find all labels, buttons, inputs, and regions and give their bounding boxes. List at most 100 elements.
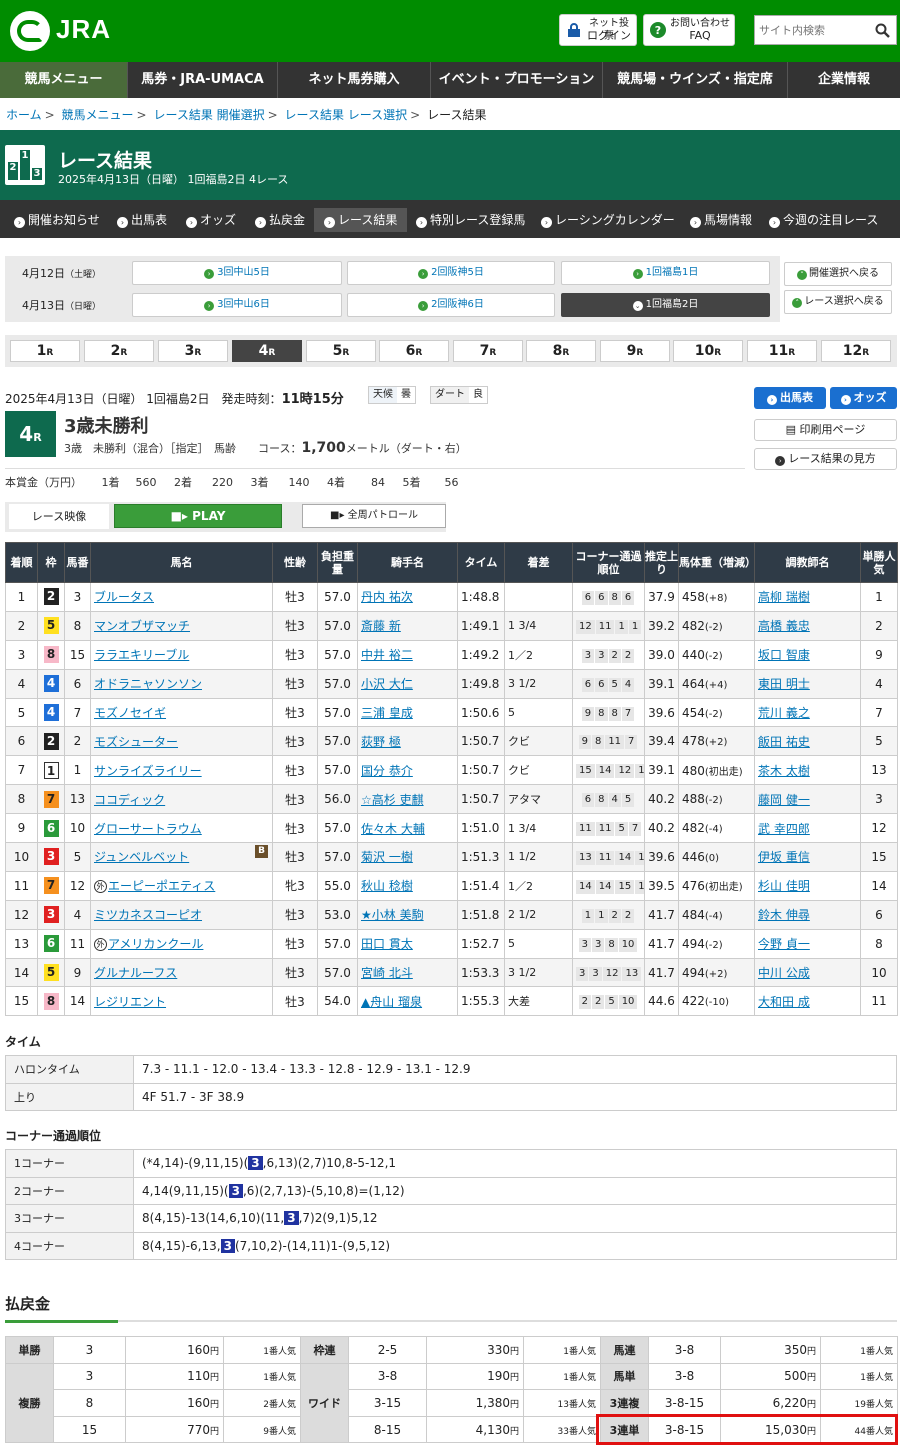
venue-button[interactable]: › 2回阪神6日 [347, 293, 555, 317]
search-icon[interactable] [875, 23, 890, 38]
gnav-event[interactable]: イベント・プロモーション [431, 62, 603, 98]
body-weight: 494(-2) [678, 928, 755, 959]
trainer-link[interactable]: 茶木 太樹 [758, 764, 810, 778]
horse-name-link[interactable]: グルナルーフス [94, 966, 177, 980]
race-button-8[interactable]: 8R [526, 340, 596, 362]
jockey-link[interactable]: ☆高杉 吏麒 [361, 793, 424, 807]
trainer-link[interactable]: 鈴木 伸尋 [758, 908, 810, 922]
jockey-link[interactable]: 丹内 祐次 [361, 590, 413, 604]
race-button-7[interactable]: 7R [453, 340, 523, 362]
venue-button[interactable]: › 3回中山5日 [132, 261, 342, 285]
horse-name-link[interactable]: グローサートラウム [94, 822, 202, 836]
back-to-meeting-button[interactable]: ˄ 開催選択へ戻る [784, 262, 892, 286]
race-button-4[interactable]: 4R [232, 340, 302, 362]
play-button[interactable]: ■▸ PLAY [114, 504, 282, 528]
trainer-link[interactable]: 伊坂 重信 [758, 850, 810, 864]
race-button-12[interactable]: 12R [821, 340, 891, 362]
race-button-11[interactable]: 11R [747, 340, 817, 362]
venue-button[interactable]: › 2回阪神5日 [347, 261, 555, 285]
race-button-5[interactable]: 5R [306, 340, 376, 362]
patrol-button[interactable]: ■▸ 全周パトロール [302, 504, 446, 528]
venue-button[interactable]: › 1回福島1日 [561, 261, 770, 285]
subnav-entries[interactable]: › 出馬表 [117, 208, 167, 232]
trainer-link[interactable]: 大和田 成 [758, 995, 810, 1009]
odds-button[interactable]: › オッズ [830, 387, 897, 409]
horse-name-link[interactable]: モズノセイギ [94, 706, 166, 720]
subnav-calendar[interactable]: › レーシングカレンダー [541, 208, 675, 232]
jockey-link[interactable]: 佐々木 大輔 [361, 822, 425, 836]
horse-name-link[interactable]: エーピーポエティス [108, 879, 215, 893]
horse-name-link[interactable]: オドラニャソンソン [94, 677, 202, 691]
subnav-notice[interactable]: › 開催お知らせ [14, 208, 100, 232]
gnav-keiba-menu[interactable]: 競馬メニュー [0, 62, 128, 98]
race-button-9[interactable]: 9R [600, 340, 670, 362]
trainer-link[interactable]: 飯田 祐史 [758, 735, 810, 749]
gnav-racecourse[interactable]: 競馬場・ウインズ・指定席 [603, 62, 788, 98]
race-button-2[interactable]: 2R [84, 340, 154, 362]
race-button-3[interactable]: 3R [158, 340, 228, 362]
trainer-link[interactable]: 藤岡 健一 [758, 793, 810, 807]
howto-button[interactable]: › レース結果の見方 [754, 448, 897, 470]
trainer-link[interactable]: 武 幸四郎 [758, 822, 810, 836]
venue-button[interactable]: › 3回中山6日 [132, 293, 342, 317]
jockey-link[interactable]: 菊沢 一樹 [361, 850, 413, 864]
last-3f: 39.4 [644, 726, 679, 757]
jockey-link[interactable]: 三浦 皇成 [361, 706, 413, 720]
trainer-link[interactable]: 高柳 瑞樹 [758, 590, 810, 604]
search-input[interactable] [759, 19, 869, 41]
breadcrumb-keiba-menu[interactable]: 競馬メニュー [62, 108, 134, 122]
breadcrumb-meeting-select[interactable]: レース結果 開催選択 [153, 108, 264, 122]
race-button-10[interactable]: 10R [673, 340, 743, 362]
horse-name-link[interactable]: アメリカンクール [108, 937, 203, 951]
subnav-special-entries[interactable]: › 特別レース登録馬 [416, 208, 525, 232]
jockey-link[interactable]: 中井 裕二 [361, 648, 413, 662]
trainer-link[interactable]: 杉山 佳明 [758, 879, 810, 893]
subnav-track-info[interactable]: › 馬場情報 [690, 208, 752, 232]
faq-button[interactable]: ? お問い合わせ FAQ [643, 14, 735, 46]
subnav-featured[interactable]: › 今週の注目レース [769, 208, 878, 232]
jockey-link[interactable]: 小沢 大仁 [361, 677, 413, 691]
trainer-link[interactable]: 今野 貞一 [758, 937, 810, 951]
horse-name-link[interactable]: ブルータス [94, 590, 154, 604]
col-margin: 着差 [504, 542, 573, 583]
back-to-race-button[interactable]: ˄ レース選択へ戻る [784, 290, 892, 314]
jockey-link[interactable]: ▲舟山 瑠泉 [361, 995, 422, 1009]
trainer-link[interactable]: 荒川 義之 [758, 706, 810, 720]
race-button-1[interactable]: 1R [10, 340, 80, 362]
horse-name-link[interactable]: レジリエント [94, 995, 166, 1009]
gnav-net-baken[interactable]: ネット馬券購入 [278, 62, 431, 98]
venue-button-selected[interactable]: ⌄ 1回福島2日 [561, 293, 770, 317]
jockey-link[interactable]: 秋山 稔樹 [361, 879, 413, 893]
subnav-results[interactable]: › レース結果 [314, 208, 408, 232]
horse-name-link[interactable]: ジュンベルベット [94, 850, 189, 864]
breadcrumb-home[interactable]: ホーム [6, 108, 42, 122]
horse-name-link[interactable]: モズシューター [94, 735, 178, 749]
print-page-button[interactable]: ▤ 印刷用ページ [754, 419, 897, 441]
horse-name-link[interactable]: マンオブザマッチ [94, 619, 190, 633]
horse-name-link[interactable]: ミツカネスコーピオ [94, 908, 202, 922]
jra-logo-text[interactable]: JRA [56, 14, 111, 45]
subnav-payout[interactable]: › 払戻金 [255, 208, 305, 232]
gnav-corporate[interactable]: 企業情報 [788, 62, 900, 98]
net-vote-login-button[interactable]: ネット投票 ログイン [559, 14, 637, 46]
jockey-link[interactable]: 斎藤 新 [361, 619, 401, 633]
horse-name-link[interactable]: サンライズライリー [94, 764, 202, 778]
last-3f: 40.2 [644, 784, 679, 815]
jockey-link[interactable]: 国分 恭介 [361, 764, 413, 778]
jockey-link[interactable]: ★小林 美駒 [361, 908, 424, 922]
jockey-link[interactable]: 宮崎 北斗 [361, 966, 413, 980]
trainer-link[interactable]: 坂口 智康 [758, 648, 810, 662]
horse-name-link[interactable]: ララエキリーブル [94, 648, 189, 662]
horse-name-link[interactable]: ココディック [94, 793, 165, 807]
jockey-link[interactable]: 田口 貫太 [361, 937, 413, 951]
trainer-link[interactable]: 高橋 義忠 [758, 619, 810, 633]
race-button-6[interactable]: 6R [379, 340, 449, 362]
trainer-link[interactable]: 東田 明士 [758, 677, 810, 691]
breadcrumb-race-select[interactable]: レース結果 レース選択 [285, 108, 408, 122]
entries-button[interactable]: › 出馬表 [754, 387, 826, 409]
subnav-odds[interactable]: › オッズ [186, 208, 236, 232]
jra-logo-icon[interactable] [10, 11, 50, 51]
trainer-link[interactable]: 中川 公成 [758, 966, 810, 980]
gnav-baken[interactable]: 馬券・JRA-UMACA [128, 62, 278, 98]
jockey-link[interactable]: 荻野 極 [361, 735, 401, 749]
